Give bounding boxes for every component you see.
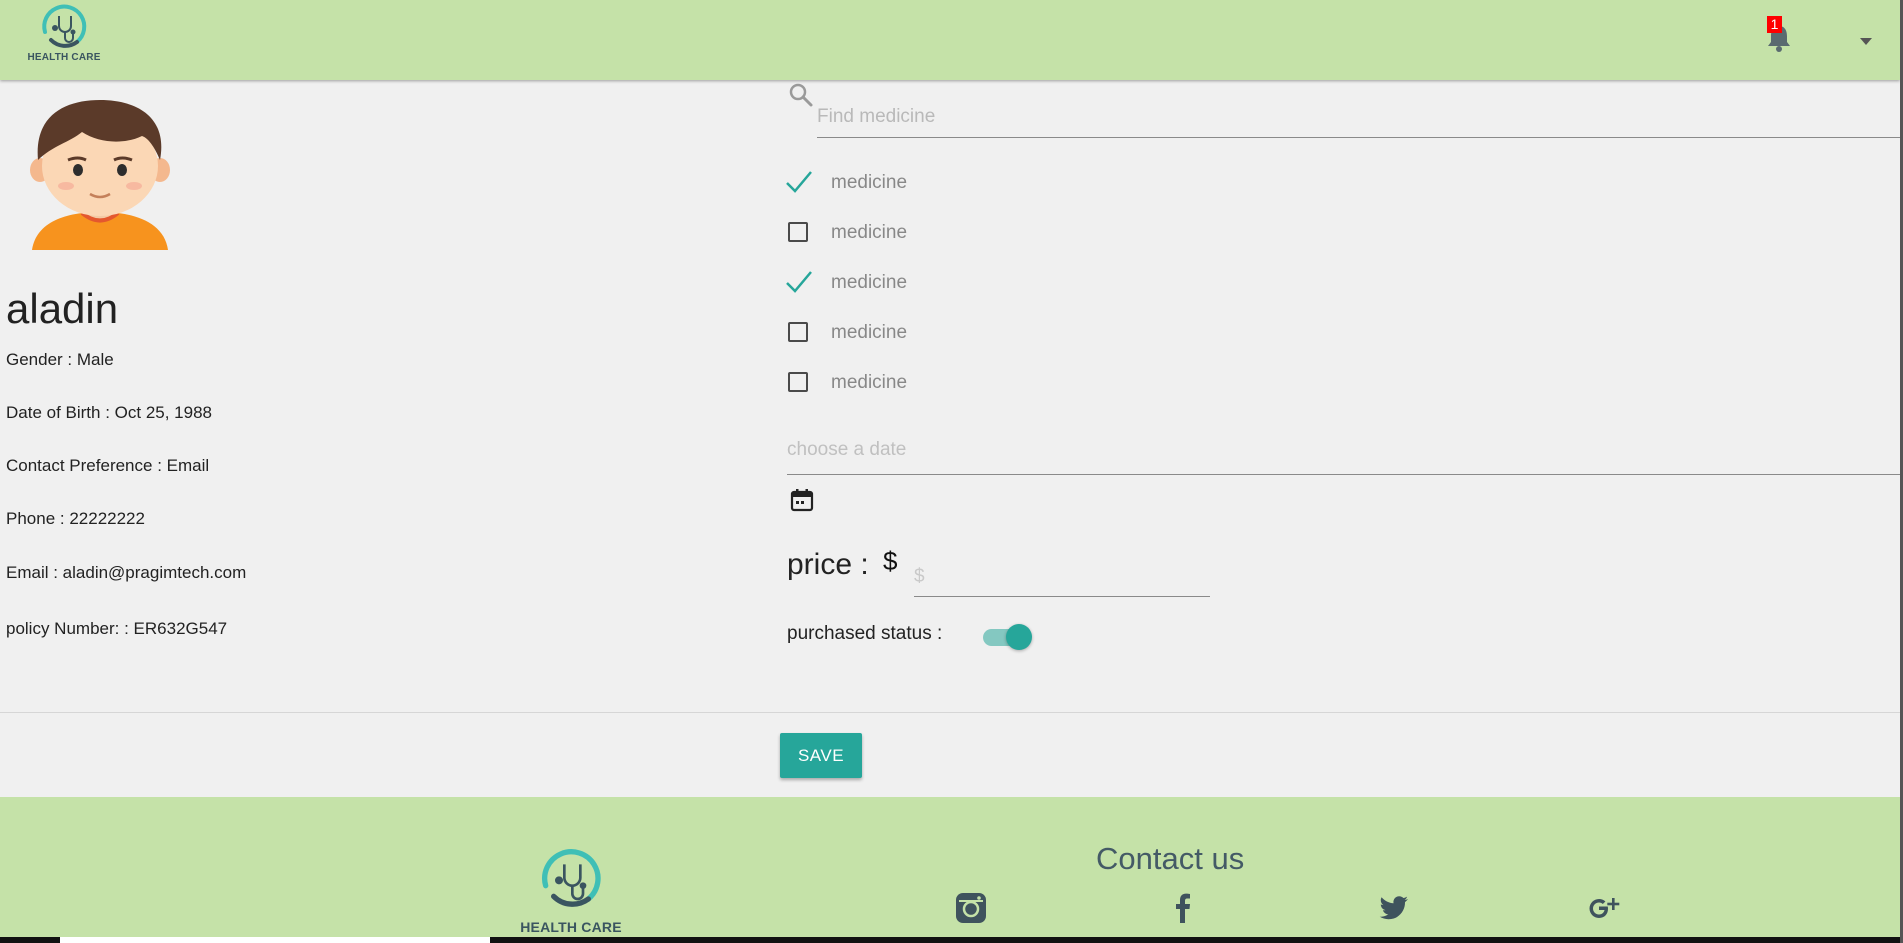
unchecked-checkbox-icon: [788, 222, 808, 242]
policy-number-text: policy Number: : ER632G547: [6, 619, 228, 638]
choose-date-input[interactable]: [787, 425, 1900, 475]
form-divider: [0, 712, 1900, 713]
patient-name: aladin: [6, 285, 119, 332]
stethoscope-logo-icon: [542, 849, 601, 907]
search-icon: [789, 83, 813, 107]
footer-logo[interactable]: HEALTH CARE: [520, 844, 622, 935]
logo-text: HEALTH CARE: [27, 52, 101, 63]
notification-count-badge: 1: [1767, 16, 1782, 33]
phone-text: Phone : 22222222: [6, 509, 145, 528]
account-menu-dropdown[interactable]: [1858, 34, 1874, 46]
google-plus-icon[interactable]: [1588, 892, 1620, 924]
medicine-label: medicine: [831, 222, 908, 243]
medicine-label: medicine: [831, 272, 908, 293]
avatar-image: [30, 100, 170, 250]
price-input[interactable]: [914, 545, 1210, 597]
medicine-checkbox-item[interactable]: medicine: [784, 215, 1084, 251]
checkmark-icon: [786, 271, 812, 293]
find-medicine-input[interactable]: [817, 88, 1900, 138]
dollar-sign-icon: $: [883, 546, 898, 576]
medicine-label: medicine: [831, 322, 908, 343]
medicine-checkbox-item[interactable]: medicine: [784, 265, 1084, 301]
bottom-edge-segment: [60, 937, 490, 943]
contact-preference-text: Contact Preference : Email: [6, 456, 210, 475]
save-button[interactable]: SAVE: [780, 733, 862, 778]
unchecked-checkbox-icon: [788, 322, 808, 342]
purchased-status-label: purchased status :: [787, 623, 943, 644]
notification-bell-button[interactable]: 1: [1765, 16, 1793, 52]
gender-text: Gender : Male: [6, 350, 114, 369]
twitter-icon[interactable]: [1378, 892, 1410, 924]
purchased-status-toggle[interactable]: [983, 624, 1033, 650]
instagram-icon[interactable]: [955, 892, 987, 924]
checkmark-icon: [786, 171, 812, 193]
medicine-checkbox-item[interactable]: medicine: [784, 165, 1084, 201]
medicine-checkbox-item[interactable]: medicine: [784, 315, 1084, 351]
medicine-label: medicine: [831, 172, 908, 193]
medicine-label: medicine: [831, 372, 908, 393]
price-label: price :: [787, 548, 869, 581]
patient-avatar: [30, 98, 170, 250]
date-of-birth-text: Date of Birth : Oct 25, 1988: [6, 403, 213, 422]
stethoscope-logo-icon: [42, 4, 87, 48]
caret-down-icon: [1860, 38, 1872, 45]
health-care-logo[interactable]: HEALTH CARE: [26, 2, 102, 72]
facebook-icon[interactable]: [1167, 892, 1199, 924]
email-text: Email : aladin@pragimtech.com: [6, 563, 247, 582]
contact-us-title: Contact us: [1096, 841, 1245, 876]
medicine-checkbox-item[interactable]: medicine: [784, 365, 1084, 401]
calendar-icon[interactable]: [789, 487, 815, 513]
toggle-knob: [1006, 624, 1032, 650]
unchecked-checkbox-icon: [788, 372, 808, 392]
top-navbar: HEALTH CARE 1: [0, 0, 1900, 80]
footer-logo-text: HEALTH CARE: [520, 919, 622, 935]
